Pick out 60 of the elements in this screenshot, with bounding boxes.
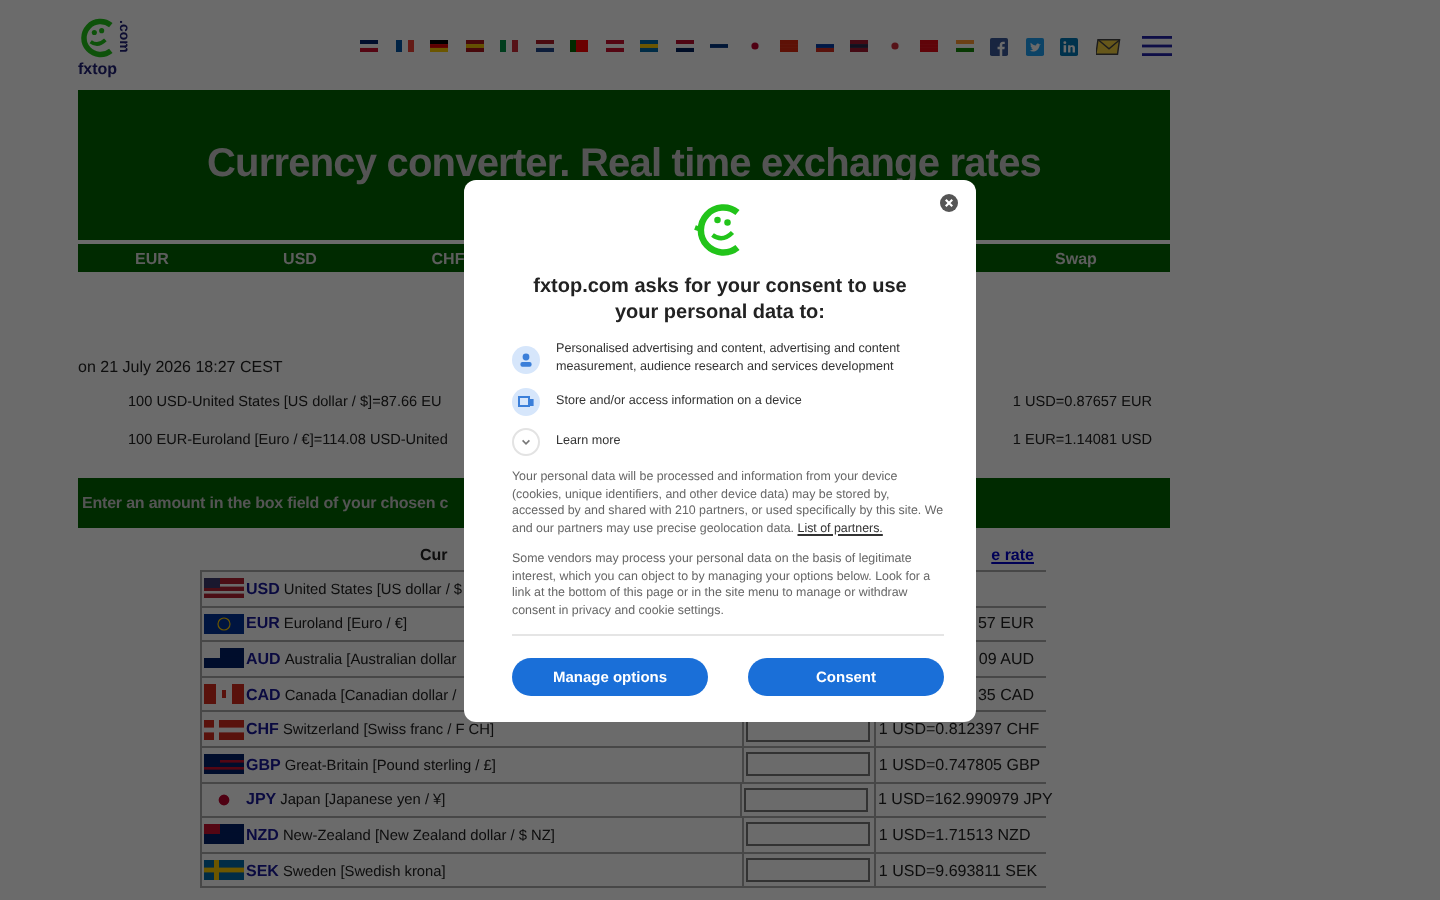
currency-code[interactable]: GBP — [246, 755, 281, 774]
flag-icon — [204, 684, 244, 705]
twitter-icon[interactable] — [1025, 37, 1043, 55]
rate-value: 57 EUR — [975, 614, 1034, 633]
flag-icon[interactable] — [500, 40, 518, 52]
instruction-text: Enter an amount in the box field of your chosen c — [82, 494, 449, 512]
column-heading: Cur — [420, 546, 448, 564]
flag-icon[interactable] — [430, 40, 448, 52]
currency-code[interactable]: JPY — [246, 790, 277, 809]
flag-icon — [204, 824, 244, 845]
rate-value: 1 USD=162.990979 JPY — [876, 790, 1053, 809]
flag-icon[interactable] — [395, 40, 413, 52]
flag-icon — [204, 578, 244, 599]
flag-icon[interactable] — [675, 40, 693, 52]
flag-icon[interactable] — [535, 40, 553, 52]
facebook-icon[interactable] — [990, 37, 1008, 55]
flag-icon[interactable] — [885, 40, 903, 52]
currency-code[interactable]: USD — [246, 579, 280, 598]
amount-field[interactable] — [745, 752, 870, 777]
rate-value: 1 USD=0.747805 GBP — [876, 755, 1041, 774]
mail-icon[interactable] — [1095, 37, 1121, 55]
dialog-title: fxtop.com asks for your consent to use your personal data to: — [531, 274, 909, 326]
device-icon — [512, 388, 540, 416]
amount-field[interactable] — [745, 822, 870, 847]
currency-code[interactable]: CHF — [246, 720, 279, 739]
currency-tab[interactable]: Swap — [982, 249, 1170, 267]
amount-field[interactable] — [745, 858, 870, 883]
flag-icon[interactable] — [465, 40, 483, 52]
rate-value: 09 AUD — [976, 649, 1034, 668]
flag-icon[interactable] — [640, 40, 658, 52]
rate-value: 35 CAD — [975, 685, 1034, 704]
currency-code[interactable]: EUR — [246, 614, 280, 633]
currency-tab[interactable]: EUR — [78, 249, 226, 267]
flag-icon — [204, 719, 244, 740]
rate-value: 1 USD=9.693811 SEK — [876, 861, 1038, 880]
flag-icon[interactable] — [815, 40, 833, 52]
currency-code[interactable]: SEK — [246, 861, 279, 880]
menu-icon[interactable] — [1142, 36, 1172, 56]
currency-code[interactable]: CAD — [246, 685, 281, 704]
date-text: on 21 July 2026 18:27 CEST — [78, 358, 283, 380]
rate-sort-link[interactable]: e rate — [991, 546, 1034, 564]
currency-code[interactable]: NZD — [246, 825, 279, 844]
logo-text: fxtop — [78, 60, 118, 78]
currency-tab[interactable]: USD — [226, 249, 374, 267]
chevron-icon[interactable] — [512, 428, 540, 456]
person-icon — [512, 345, 540, 373]
flag-icon — [204, 613, 244, 634]
page-title: Currency converter. Real time exchange rates — [206, 142, 1042, 188]
flag-icon[interactable] — [360, 40, 378, 52]
flag-icon[interactable] — [955, 40, 973, 52]
close-icon[interactable] — [940, 194, 958, 212]
rate-value: 1 USD=1.71513 NZD — [876, 825, 1031, 844]
flag-icon — [204, 860, 244, 881]
linkedin-icon[interactable] — [1060, 37, 1078, 55]
amount-field[interactable] — [744, 787, 869, 812]
flag-icon — [204, 754, 244, 775]
currency-code[interactable]: AUD — [246, 649, 281, 668]
rate-value: 1 USD=0.812397 CHF — [876, 720, 1040, 739]
flag-icon — [204, 648, 244, 669]
flag-icon[interactable] — [605, 40, 623, 52]
